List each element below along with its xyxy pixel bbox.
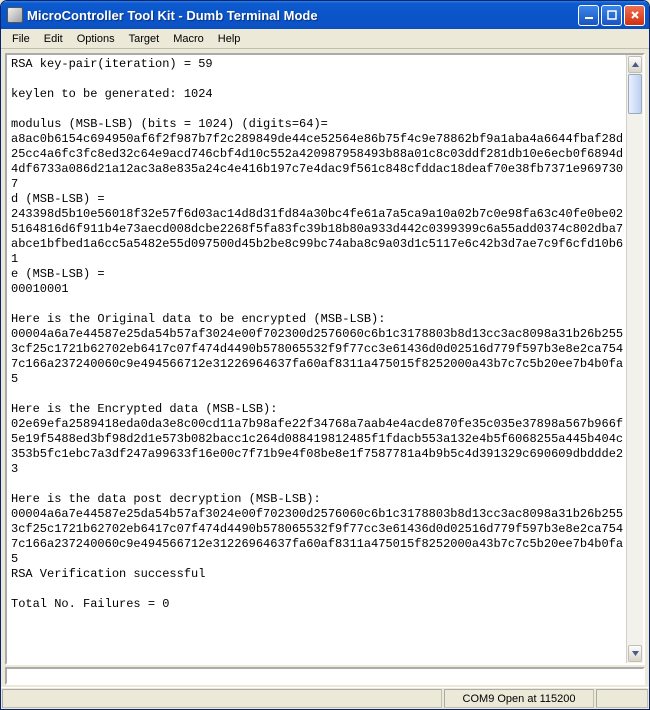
menu-macro[interactable]: Macro <box>166 31 211 47</box>
menu-help[interactable]: Help <box>211 31 248 47</box>
status-left <box>2 689 442 708</box>
menu-target[interactable]: Target <box>122 31 167 47</box>
minimize-icon <box>584 10 594 20</box>
vertical-scrollbar[interactable] <box>626 55 643 663</box>
minimize-button[interactable] <box>578 5 599 26</box>
terminal-frame: RSA key-pair(iteration) = 59 keylen to b… <box>5 53 645 665</box>
menu-options[interactable]: Options <box>70 31 122 47</box>
menu-file[interactable]: File <box>5 31 37 47</box>
maximize-button[interactable] <box>601 5 622 26</box>
close-button[interactable] <box>624 5 645 26</box>
scroll-up-button[interactable] <box>628 56 642 73</box>
scroll-track[interactable] <box>628 74 642 644</box>
window-buttons <box>578 5 645 26</box>
scroll-down-button[interactable] <box>628 645 642 662</box>
chevron-up-icon <box>632 62 639 67</box>
scroll-thumb[interactable] <box>628 74 642 114</box>
menubar: File Edit Options Target Macro Help <box>1 29 649 49</box>
chevron-down-icon <box>632 651 639 656</box>
window-title: MicroController Tool Kit - Dumb Terminal… <box>27 8 578 23</box>
status-right <box>596 689 648 708</box>
status-center: COM9 Open at 115200 <box>444 689 594 708</box>
statusbar: COM9 Open at 115200 <box>1 687 649 709</box>
app-icon <box>7 7 23 23</box>
maximize-icon <box>607 10 617 20</box>
menu-edit[interactable]: Edit <box>37 31 70 47</box>
terminal-output[interactable]: RSA key-pair(iteration) = 59 keylen to b… <box>7 55 626 663</box>
close-icon <box>630 10 640 20</box>
client-area: RSA key-pair(iteration) = 59 keylen to b… <box>1 49 649 687</box>
app-window: MicroController Tool Kit - Dumb Terminal… <box>0 0 650 710</box>
titlebar[interactable]: MicroController Tool Kit - Dumb Terminal… <box>1 1 649 29</box>
terminal-input[interactable] <box>5 667 645 685</box>
